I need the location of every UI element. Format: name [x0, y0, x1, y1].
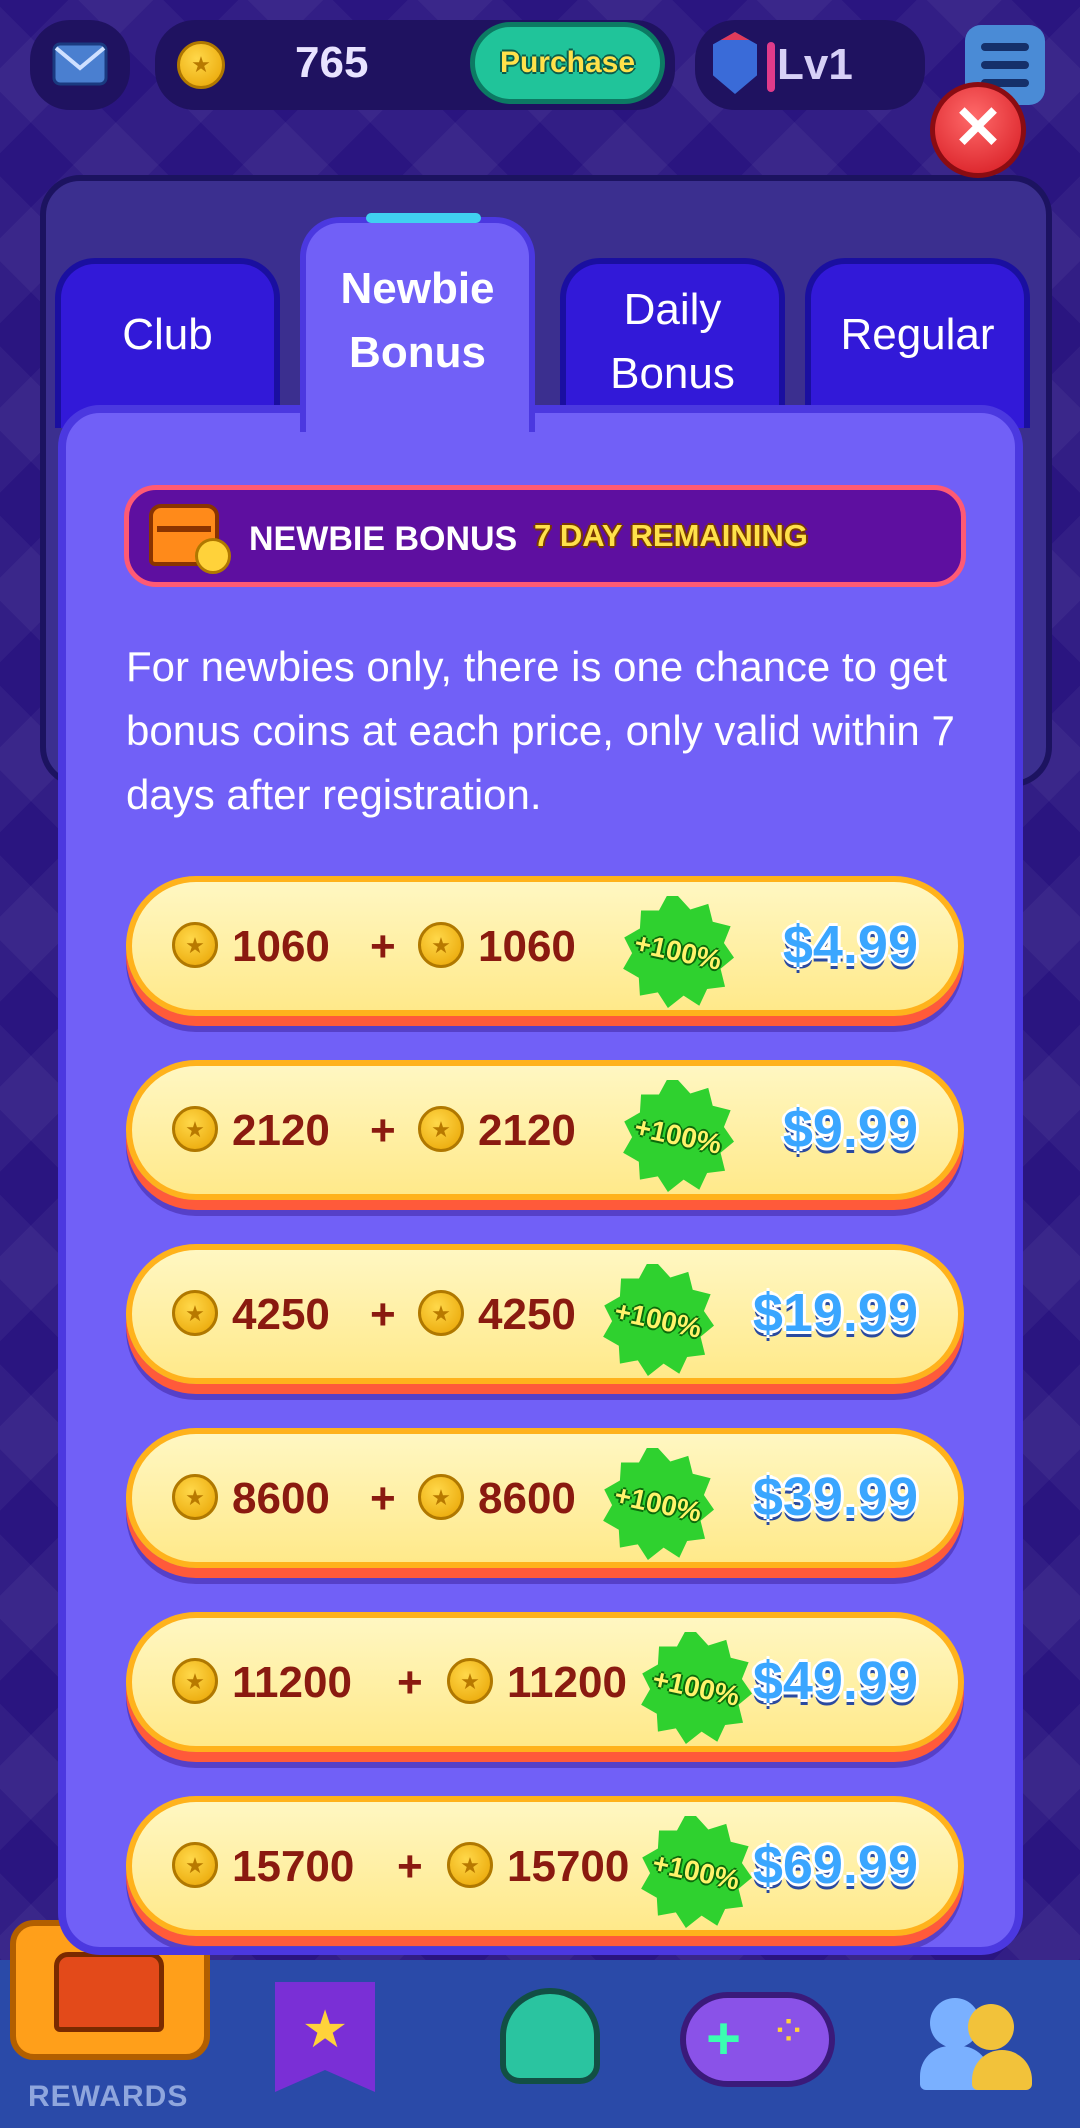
gamepad-icon[interactable]	[680, 1992, 835, 2087]
treasure-chest-icon	[149, 504, 231, 574]
level-badge-icon	[713, 32, 757, 94]
tab-daily-bonus[interactable]: Daily Bonus	[560, 258, 785, 428]
base-coin-amount: 15700	[232, 1842, 355, 1891]
bonus-percent-badge: +100%	[641, 1816, 752, 1928]
plus-sign: +	[370, 1106, 396, 1155]
plus-sign: +	[397, 1658, 423, 1707]
friend-head	[968, 2004, 1014, 2050]
level-label: Lv1	[777, 40, 853, 89]
level-divider	[767, 42, 775, 92]
coin-count: 765	[295, 38, 369, 87]
plus-sign: +	[397, 1842, 423, 1891]
base-coin-amount: 1060	[232, 922, 330, 971]
purchase-button[interactable]: Purchase	[470, 22, 665, 104]
bonus-coin-amount: 11200	[507, 1658, 627, 1707]
price-label: $9.99	[782, 1099, 918, 1159]
treasure-chest-icon	[54, 1952, 164, 2032]
offer-row[interactable]: 1060 +1060 +100% $4.99	[126, 876, 964, 1016]
bonus-percent-badge: +100%	[623, 1080, 734, 1192]
bonus-coin-amount: 2120	[478, 1106, 576, 1155]
offer-row[interactable]: 8600 +8600 +100% $39.99	[126, 1428, 964, 1568]
coin-icon	[418, 1474, 464, 1520]
plus-sign: +	[370, 1290, 396, 1339]
star-banner-icon[interactable]	[275, 1982, 375, 2092]
offer-row[interactable]: 2120 +2120 +100% $9.99	[126, 1060, 964, 1200]
bonus-coin-amount: 15700	[507, 1842, 630, 1891]
bonus-coin-amount: 1060	[478, 922, 576, 971]
coin-icon	[172, 1290, 218, 1336]
bonus-percent-label: +100%	[649, 1847, 743, 1896]
price-label: $39.99	[752, 1467, 918, 1527]
bonus-coin-amount: 4250	[478, 1290, 576, 1339]
price-label: $69.99	[752, 1835, 918, 1895]
bonus-percent-label: +100%	[611, 1295, 705, 1344]
bottom-nav: REWARDS	[0, 1920, 1080, 2128]
bonus-percent-badge: +100%	[623, 896, 734, 1008]
bonus-coin-amount: 8600	[478, 1474, 576, 1523]
coin-icon	[172, 1106, 218, 1152]
newbie-bonus-panel: NEWBIE BONUS 7 DAY REMAINING For newbies…	[58, 405, 1023, 1955]
coin-icon	[447, 1842, 493, 1888]
banner-title: NEWBIE BONUS	[249, 520, 518, 558]
bonus-description: For newbies only, there is one chance to…	[126, 643, 955, 818]
mail-button[interactable]	[30, 20, 130, 110]
coin-icon	[418, 1106, 464, 1152]
coin-icon	[172, 922, 218, 968]
offer-row[interactable]: 4250 +4250 +100% $19.99	[126, 1244, 964, 1384]
chest-coin	[195, 538, 231, 574]
bonus-percent-badge: +100%	[603, 1264, 714, 1376]
offer-row[interactable]: 15700 +15700 +100%$69.99	[126, 1796, 964, 1936]
offer-row[interactable]: 11200 +11200 +100%$49.99	[126, 1612, 964, 1752]
bonus-percent-label: +100%	[611, 1479, 705, 1528]
price-label: $4.99	[782, 915, 918, 975]
coin-icon	[172, 1842, 218, 1888]
newbie-bonus-banner: NEWBIE BONUS 7 DAY REMAINING	[124, 485, 966, 587]
base-coin-amount: 2120	[232, 1106, 330, 1155]
level-indicator[interactable]: Lv1	[695, 20, 925, 110]
bonus-percent-badge: +100%	[641, 1632, 752, 1744]
coin-icon	[418, 1290, 464, 1336]
close-button[interactable]: ✕	[930, 82, 1026, 178]
menu-list-icon	[981, 43, 1029, 51]
coin-icon	[447, 1658, 493, 1704]
plus-sign: +	[370, 1474, 396, 1523]
plus-sign: +	[370, 922, 396, 971]
coin-icon	[418, 922, 464, 968]
days-remaining-label: 7 DAY REMAINING	[534, 518, 808, 553]
mail-icon	[52, 42, 108, 86]
bonus-percent-label: +100%	[631, 927, 725, 976]
coin-icon	[177, 41, 225, 89]
base-coin-amount: 8600	[232, 1474, 330, 1523]
bonus-percent-label: +100%	[631, 1111, 725, 1160]
bonus-percent-badge: +100%	[603, 1448, 714, 1560]
top-bar: 765 Purchase Lv1	[0, 0, 1080, 130]
coin-icon	[172, 1658, 218, 1704]
price-label: $19.99	[752, 1283, 918, 1343]
friends-icon[interactable]	[920, 1990, 1032, 2090]
base-coin-amount: 4250	[232, 1290, 330, 1339]
bonus-percent-label: +100%	[649, 1663, 743, 1712]
tab-regular[interactable]: Regular	[805, 258, 1030, 428]
price-label: $49.99	[752, 1651, 918, 1711]
base-coin-amount: 11200	[232, 1658, 352, 1707]
tab-newbie-bonus[interactable]: Newbie Bonus	[300, 213, 535, 432]
rewards-label: REWARDS	[28, 2080, 189, 2113]
menu-line	[981, 61, 1029, 69]
tab-club[interactable]: Club	[55, 258, 280, 428]
character-hat-icon[interactable]	[500, 1988, 600, 2084]
coin-icon	[172, 1474, 218, 1520]
